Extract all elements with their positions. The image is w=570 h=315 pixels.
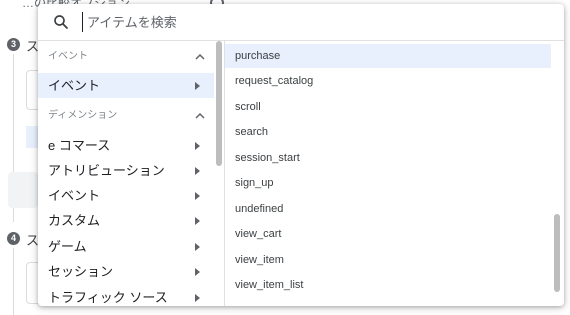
category-item-label: トラフィック ソース xyxy=(48,290,168,305)
category-item-game[interactable]: ゲーム xyxy=(38,234,214,259)
search-input[interactable] xyxy=(82,12,547,32)
event-item-view-item[interactable]: view_item xyxy=(225,248,551,272)
search-icon xyxy=(54,15,68,29)
category-item-label: ゲーム xyxy=(48,239,87,254)
chevron-up-icon[interactable] xyxy=(192,108,208,124)
category-item-ecommerce[interactable]: e コマース xyxy=(38,133,214,158)
event-item-view-cart[interactable]: view_cart xyxy=(225,222,551,246)
item-picker-dropdown: イベント イベント ディメンション e コマース アトリビューション イベント xyxy=(38,4,564,306)
category-header-label: イベント xyxy=(48,51,88,62)
event-list-panel: purchase request_catalog scroll search s… xyxy=(225,41,564,306)
category-panel: イベント イベント ディメンション e コマース アトリビューション イベント xyxy=(38,41,225,306)
triangle-right-icon xyxy=(195,268,200,276)
event-item-purchase[interactable]: purchase xyxy=(225,44,551,68)
category-item-events[interactable]: イベント xyxy=(38,73,214,98)
category-item-label: アトリビューション xyxy=(48,163,165,178)
step-connector xyxy=(13,248,14,315)
triangle-right-icon xyxy=(195,243,200,251)
triangle-right-icon xyxy=(195,167,200,175)
event-item-scroll[interactable]: scroll xyxy=(225,95,551,119)
triangle-right-icon xyxy=(195,142,200,150)
category-item-label: カスタム xyxy=(48,213,101,228)
event-item-sign-up[interactable]: sign_up xyxy=(225,171,551,195)
event-item-view-item-list[interactable]: view_item_list xyxy=(225,273,551,297)
category-header-label: ディメンション xyxy=(48,110,118,121)
event-item-session-start[interactable]: session_start xyxy=(225,146,551,170)
category-scrollbar[interactable] xyxy=(216,41,222,166)
triangle-right-icon xyxy=(195,192,200,200)
triangle-right-icon xyxy=(195,294,200,302)
category-header-dimensions[interactable]: ディメンション xyxy=(38,103,214,129)
category-item-traffic-source[interactable]: トラフィック ソース xyxy=(38,285,214,306)
category-item-label: イベント xyxy=(48,188,101,203)
event-item-request-catalog[interactable]: request_catalog xyxy=(225,69,551,93)
step-number-3: 3 xyxy=(7,38,20,51)
category-item-label: e コマース xyxy=(48,138,111,153)
add-section-bar[interactable] xyxy=(8,172,38,208)
chevron-up-icon[interactable] xyxy=(192,49,208,65)
category-item-session[interactable]: セッション xyxy=(38,259,214,284)
triangle-right-icon xyxy=(195,82,200,90)
category-item-attribution[interactable]: アトリビューション xyxy=(38,158,214,183)
category-item-event[interactable]: イベント xyxy=(38,183,214,208)
category-item-custom[interactable]: カスタム xyxy=(38,208,214,233)
search-row xyxy=(38,4,564,41)
event-list-scrollbar[interactable] xyxy=(554,214,560,292)
category-header-events[interactable]: イベント xyxy=(38,44,214,70)
event-item-undefined[interactable]: undefined xyxy=(225,197,551,221)
event-item-search[interactable]: search xyxy=(225,120,551,144)
triangle-right-icon xyxy=(195,217,200,225)
category-item-label: イベント xyxy=(48,78,101,93)
category-item-label: セッション xyxy=(48,264,114,279)
step-number-4: 4 xyxy=(7,232,20,245)
